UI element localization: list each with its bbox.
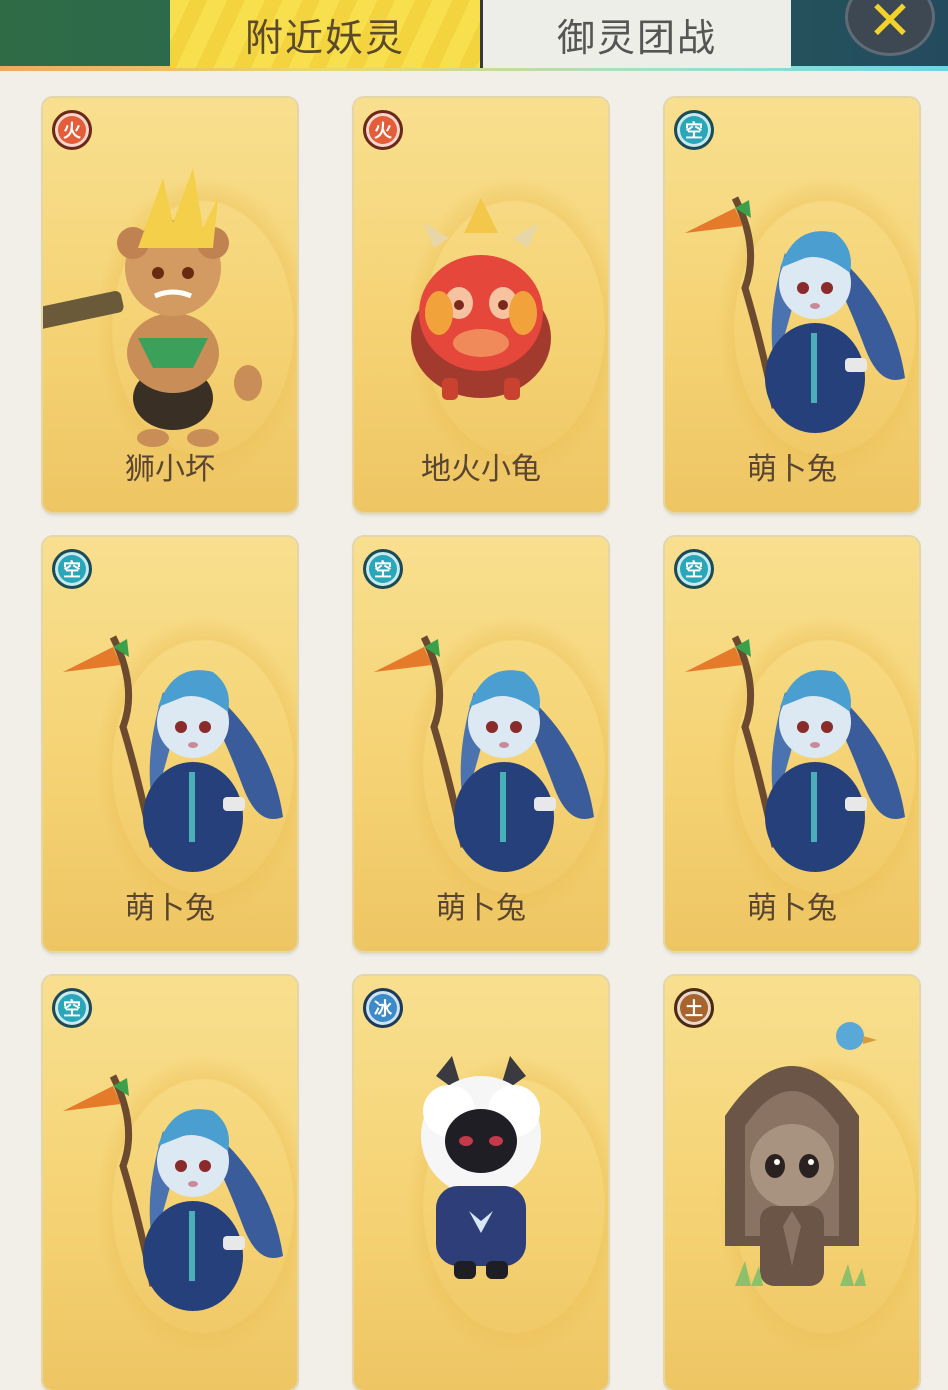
pet-card[interactable]: 冰 (354, 976, 608, 1390)
element-badge: 空 (674, 110, 714, 150)
rabbit-creature-image (685, 635, 905, 872)
element-badge: 空 (674, 549, 714, 589)
close-icon: ✕ (867, 0, 913, 52)
element-badge: 空 (52, 988, 92, 1028)
pet-name: 狮小坏 (125, 452, 215, 487)
rabbit-creature-image (685, 196, 905, 433)
rabbit-creature-image (374, 635, 594, 872)
statue-creature-image (725, 1022, 877, 1286)
pet-card[interactable]: 火狮小坏 (43, 98, 297, 512)
element-badge: 空 (363, 549, 403, 589)
element-badge: 火 (52, 110, 92, 150)
element-badge: 土 (674, 988, 714, 1028)
pet-card[interactable]: 空 (43, 976, 297, 1390)
pet-name: 萌卜兔 (125, 891, 215, 926)
pet-card[interactable]: 土 (665, 976, 919, 1390)
pet-name: 萌卜兔 (747, 452, 837, 487)
cat-creature-image (421, 1056, 541, 1279)
tab-nearby-spirits[interactable]: 附近妖灵 (170, 0, 483, 68)
pet-name: 萌卜兔 (747, 891, 837, 926)
pet-card[interactable]: 空萌卜兔 (665, 537, 919, 951)
pet-card[interactable]: 空萌卜兔 (354, 537, 608, 951)
rabbit-creature-image (63, 1074, 283, 1311)
tab-team-battle[interactable]: 御灵团战 (483, 0, 791, 68)
element-badge: 冰 (363, 988, 403, 1028)
element-badge: 空 (52, 549, 92, 589)
rabbit-creature-image (63, 635, 283, 872)
pet-card[interactable]: 空萌卜兔 (43, 537, 297, 951)
lion-creature-image (43, 168, 262, 447)
element-badge: 火 (363, 110, 403, 150)
pet-card[interactable]: 火地火小龟 (354, 98, 608, 512)
pet-name: 萌卜兔 (436, 891, 526, 926)
pet-card[interactable]: 空萌卜兔 (665, 98, 919, 512)
turtle-creature-image (411, 198, 551, 400)
pet-name: 地火小龟 (421, 452, 541, 487)
